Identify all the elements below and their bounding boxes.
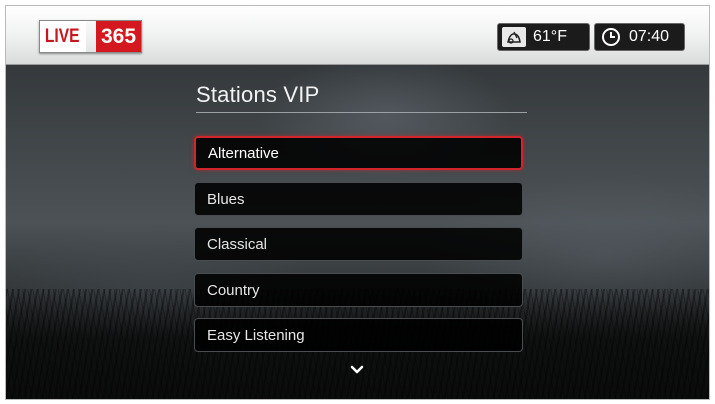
list-item-blues[interactable]: Blues (194, 182, 523, 216)
clock-widget: 07:40 (594, 23, 685, 51)
app-screen: LIVE 365 61°F 07:40 Stations VIP Alterna… (5, 5, 710, 400)
temperature-value: 61°F (533, 28, 567, 45)
page-title: Stations VIP (196, 82, 320, 107)
live365-logo: LIVE 365 (39, 20, 143, 53)
list-item-easy-listening[interactable]: Easy Listening (194, 318, 523, 352)
weather-widget: 61°F (497, 23, 590, 51)
logo-live-text: LIVE (40, 21, 86, 52)
list-item-country[interactable]: Country (194, 273, 523, 307)
chevron-down-icon[interactable] (350, 363, 364, 375)
clock-icon (602, 28, 620, 46)
list-item-classical[interactable]: Classical (194, 227, 523, 261)
title-divider (196, 112, 527, 113)
list-item-alternative[interactable]: Alternative (194, 136, 523, 170)
logo-number-text: 365 (96, 21, 142, 52)
top-bar: LIVE 365 61°F 07:40 (6, 6, 709, 65)
weather-icon (502, 27, 526, 47)
clock-time: 07:40 (629, 28, 670, 45)
